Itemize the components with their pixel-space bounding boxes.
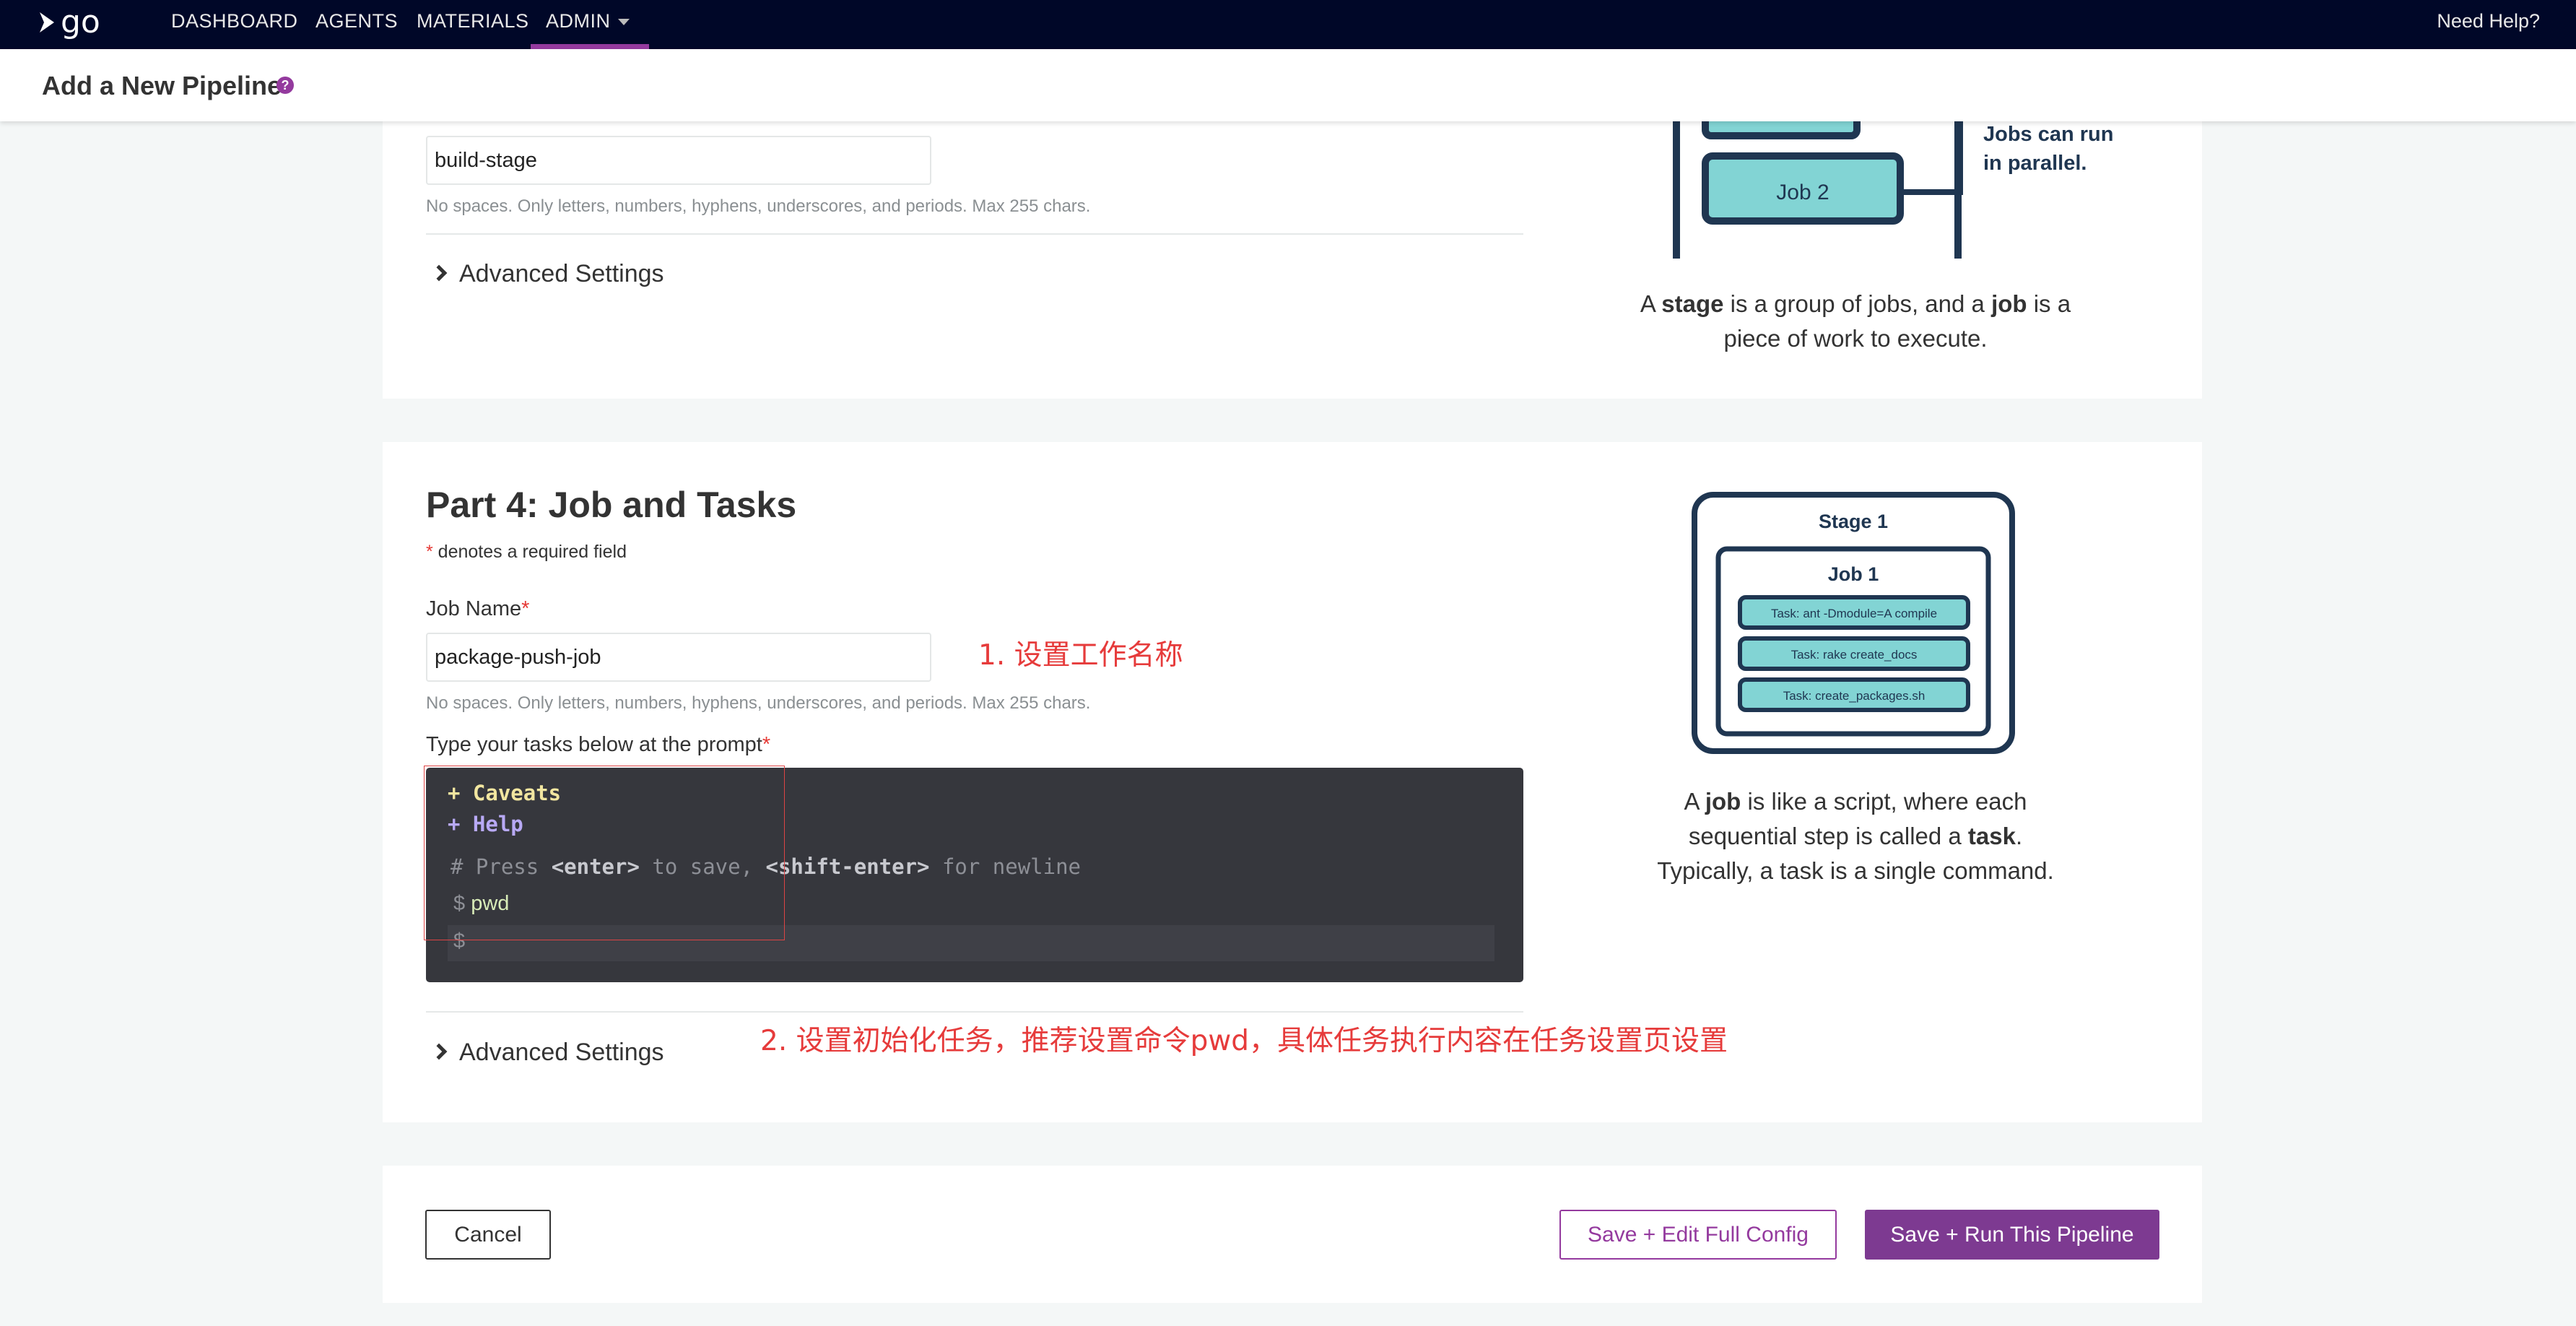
stage-jobs-illustration: Job 2 Jobs can run in parallel. [1673,121,2114,259]
play-icon [40,12,54,32]
caption-bold: stage [1661,290,1724,317]
illus-job2-label: Job 2 [1776,181,1829,204]
required-note-text: denotes a required field [432,542,627,562]
caption-text: . [2015,823,2023,849]
stage-job-tasks-illustration: Stage 1 Job 1 Task: ant -Dmodule=A compi… [1692,492,2015,754]
nav-agents[interactable]: AGENTS [316,0,398,49]
save-edit-config-button[interactable]: Save + Edit Full Config [1559,1210,1837,1260]
illus-task1-label: Task: ant -Dmodule=A compile [1771,607,1937,620]
caption-text: Typically, a task is a single command. [1657,857,2054,884]
caption-text: piece of work to execute. [1723,325,1988,352]
stage-name-input[interactable]: build-stage [426,136,931,185]
tasks-label: Type your tasks below at the prompt* [426,733,770,757]
annotation-2: 2. 设置初始化任务，推荐设置命令pwd，具体任务执行内容在任务设置页设置 [760,1025,1728,1057]
nav-admin[interactable]: ADMIN [546,0,630,49]
page-header: Add a New Pipeline ? [0,49,2576,121]
annotation-highlight-box [424,766,785,940]
annotation-1: 1. 设置工作名称 [978,639,1183,672]
chevron-down-icon [617,19,630,26]
illus-parallel-note-1: Jobs can run [1983,123,2114,146]
caption-text: is like a script, where each [1741,788,2027,815]
tasks-label-text: Type your tasks below at the prompt [426,733,762,756]
page-title: Add a New Pipeline [42,71,282,100]
required-star: * [521,597,530,620]
caption-text: is a group of jobs, and a [1723,290,1992,317]
go-logo[interactable]: go [38,4,100,40]
job-name-label-text: Job Name [426,597,522,620]
caption-text: sequential step is called a [1688,823,1968,849]
stage-caption: A stage is a group of jobs, and a job is… [1588,287,2123,356]
stage-name-hint: No spaces. Only letters, numbers, hyphen… [426,196,1091,216]
logo-text: go [61,4,100,40]
job-advanced-settings-toggle[interactable]: Advanced Settings [430,1039,664,1067]
divider [426,233,1523,235]
caption-bold: job [1705,788,1741,815]
divider [426,1011,1523,1013]
job-name-label: Job Name* [426,597,529,621]
caption-bold: job [1991,290,2027,317]
advanced-settings-label: Advanced Settings [459,260,664,287]
nav-dashboard[interactable]: DASHBOARD [171,0,298,49]
required-note: * denotes a required field [426,542,627,563]
save-run-pipeline-button[interactable]: Save + Run This Pipeline [1865,1210,2159,1260]
required-star: * [426,542,433,562]
required-star: * [762,733,771,756]
active-tab-indicator [531,44,649,49]
cancel-button[interactable]: Cancel [425,1210,551,1260]
chevron-right-icon [430,264,448,282]
caption-text: A [1640,290,1662,317]
illus-parallel-note-2: in parallel. [1983,152,2087,175]
terminal-hint-key: <shift-enter> [765,854,930,879]
chevron-right-icon [430,1043,448,1060]
need-help-link[interactable]: Need Help? [2437,0,2540,42]
terminal-hint-text: for newline [929,854,1082,879]
section-title: Part 4: Job and Tasks [426,485,797,525]
illus-stage-label: Stage 1 [1819,511,1888,532]
top-nav: go DASHBOARD AGENTS MATERIALS ADMIN Need… [0,0,2576,49]
nav-materials[interactable]: MATERIALS [417,0,529,49]
stage-advanced-settings-toggle[interactable]: Advanced Settings [430,260,664,288]
illus-task3-label: Task: create_packages.sh [1783,689,1926,703]
caption-text: is a [2027,290,2071,317]
illus-task2-label: Task: rake create_docs [1791,648,1918,662]
nav-admin-label: ADMIN [546,10,611,32]
job-name-input[interactable]: package-push-job [426,633,931,682]
advanced-settings-label: Advanced Settings [459,1039,664,1066]
illus-job-label: Job 1 [1828,563,1879,585]
job-caption: A job is like a script, where each seque… [1588,784,2123,888]
help-icon[interactable]: ? [277,77,294,94]
caption-text: A [1684,788,1705,815]
caption-bold: task [1967,823,2016,849]
job-name-hint: No spaces. Only letters, numbers, hyphen… [426,693,1091,713]
